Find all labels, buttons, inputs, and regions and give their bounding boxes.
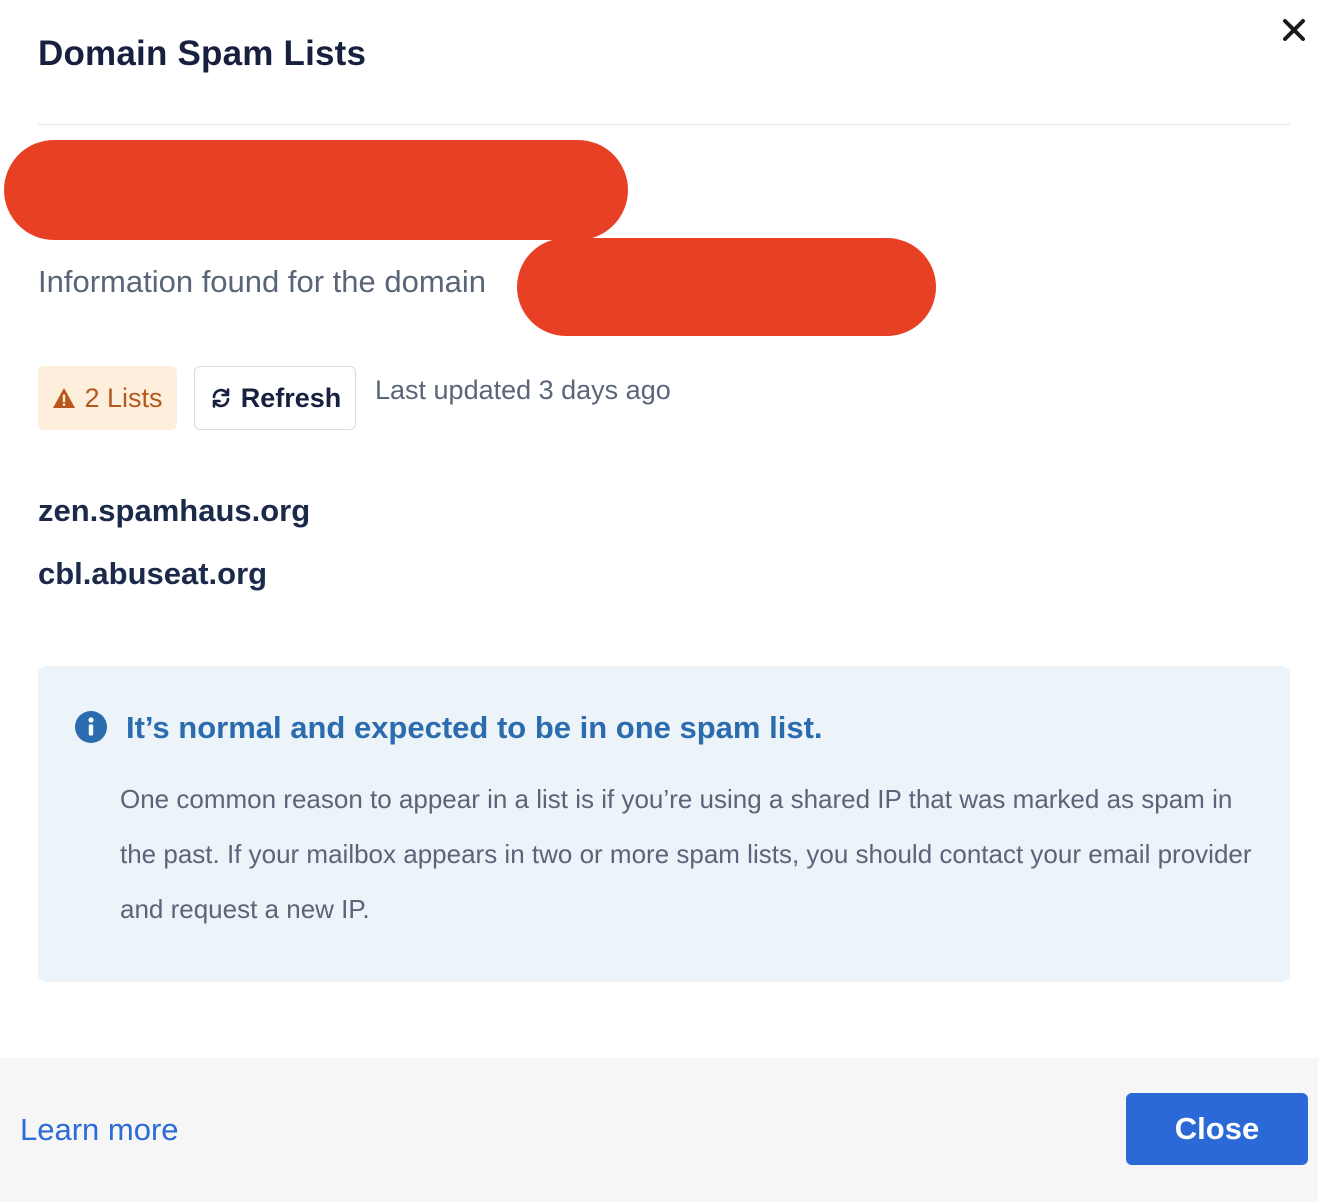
lists-count-label: 2 Lists [84,382,163,413]
domain-info-text: Information found for the domain [38,264,487,299]
lists-count-badge: 2 Lists [38,366,177,430]
close-button[interactable]: Close [1126,1093,1308,1165]
info-icon [74,710,108,744]
close-icon[interactable] [1276,12,1312,48]
learn-more-link[interactable]: Learn more [20,1112,179,1148]
modal-title: Domain Spam Lists [38,34,367,73]
modal-footer: Learn more Close [0,1058,1318,1202]
spam-lists-modal: Domain Spam Lists Information found for … [0,0,1318,1202]
spam-list-item: cbl.abuseat.org [38,556,268,591]
warning-icon [53,388,76,408]
spam-list-item: zen.spamhaus.org [38,493,311,528]
redacted-domain-name [517,238,936,336]
last-updated-text: Last updated 3 days ago [375,375,671,405]
notice-title: It’s normal and expected to be in one sp… [126,710,823,745]
notice-body: One common reason to appear in a list is… [120,784,1252,924]
header-divider [38,124,1290,125]
refresh-label: Refresh [240,382,342,413]
refresh-icon [212,388,230,408]
info-notice: It’s normal and expected to be in one sp… [38,666,1290,982]
redacted-domain-heading [4,140,628,240]
refresh-button[interactable]: Refresh [194,366,356,430]
